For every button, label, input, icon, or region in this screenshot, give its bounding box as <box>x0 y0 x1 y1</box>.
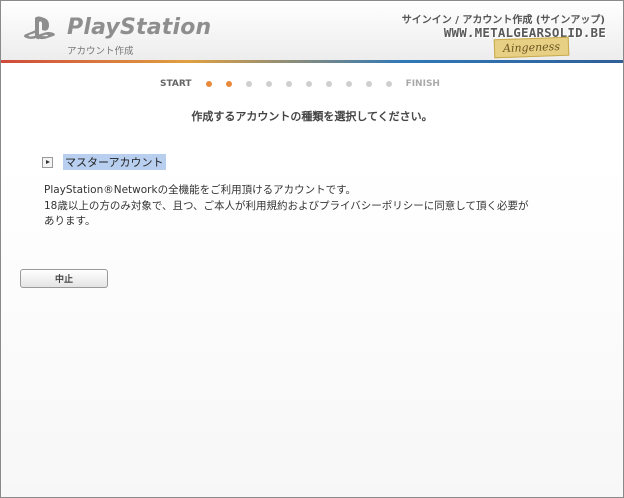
progress-finish-label: FINISH <box>405 79 440 89</box>
progress-dot <box>325 81 332 87</box>
watermark-tag: Aingeness <box>493 36 570 59</box>
progress-dot <box>265 81 272 87</box>
instruction-heading: 作成するアカウントの種類を選択してください。 <box>191 110 433 123</box>
playstation-logo-icon <box>23 16 55 40</box>
progress-dot <box>385 81 392 87</box>
progress-dot-completed <box>225 81 232 87</box>
progress-dot <box>365 81 372 87</box>
progress-start-label: START <box>160 79 192 89</box>
progress-dot <box>345 81 352 87</box>
master-account-option[interactable]: マスターアカウント <box>42 154 166 170</box>
expand-arrow-icon[interactable] <box>42 156 53 168</box>
progress-dot <box>245 81 252 87</box>
progress-dot <box>285 81 292 87</box>
progress-dots <box>205 81 392 87</box>
page-subtitle: アカウント作成 <box>67 46 134 57</box>
cancel-button[interactable]: 中止 <box>20 269 108 288</box>
description-line: 18歳以上の方のみ対象で、且つ、ご本人が利用規約およびプライバシーポリシーに同意… <box>44 199 529 212</box>
master-account-link[interactable]: マスターアカウント <box>63 154 166 170</box>
account-description: PlayStation®Networkの全機能をご利用頂けるアカウントです。 1… <box>44 183 604 230</box>
description-line: PlayStation®Networkの全機能をご利用頂けるアカウントです。 <box>44 184 357 196</box>
progress-dot-completed <box>205 81 212 87</box>
header-color-stripe <box>1 60 623 63</box>
step-progress: START FINISH <box>160 77 440 91</box>
progress-dot <box>305 81 312 87</box>
browser-page <box>0 0 624 498</box>
description-line: あります。 <box>44 215 96 227</box>
header-title: サインイン / アカウント作成 (サインアップ) <box>401 15 605 26</box>
brand-name: PlayStation <box>67 15 212 40</box>
